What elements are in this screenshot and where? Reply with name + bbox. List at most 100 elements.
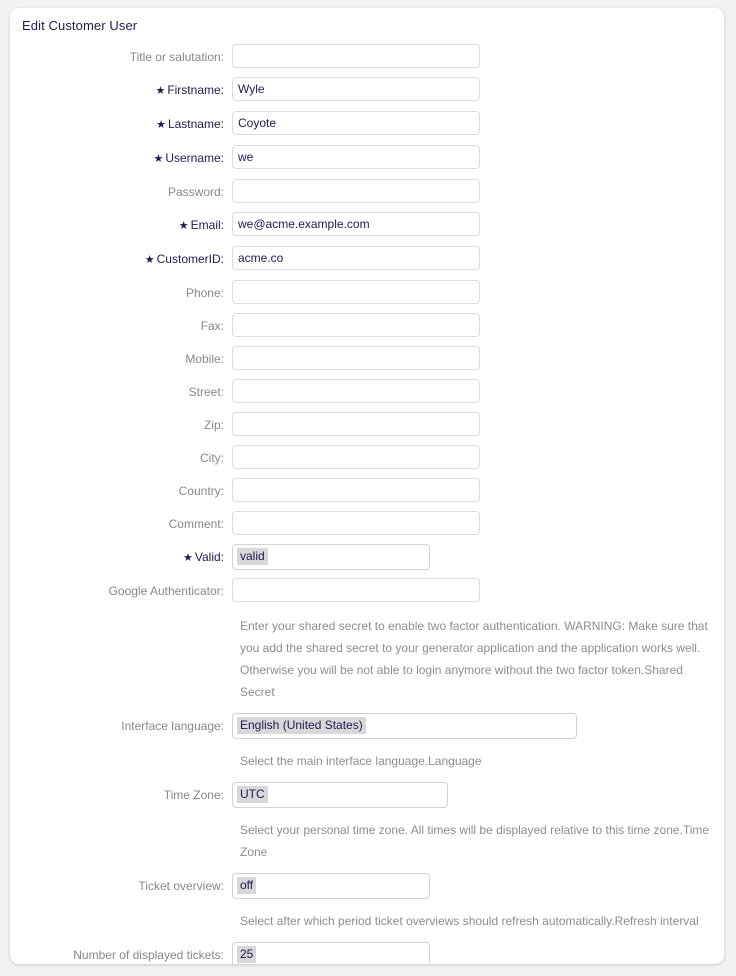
field-label-text: Comment: [168,517,224,531]
field-label: City: [10,445,232,471]
field-label-text: Title or salutation: [129,50,224,64]
text-input[interactable] [232,44,480,68]
field-label: Title or salutation: [10,44,232,70]
field-wrapper [232,212,480,236]
form-row-displayed-tickets: Number of displayed tickets: 25 [10,942,724,964]
text-input[interactable] [232,511,480,535]
field-label-text: CustomerID: [156,252,224,266]
form-row-valid: ★ Valid: valid [10,544,724,571]
required-star-icon: ★ [144,254,155,266]
field-label: Comment: [10,511,232,537]
help-ticket-overview: Select after which period ticket overvie… [240,914,699,928]
field-wrapper [232,44,480,68]
field-ticket-overview: off [232,873,430,899]
field-wrapper [232,77,480,101]
field-wrapper [232,412,480,436]
ticket-overview-select[interactable]: off [232,873,430,899]
text-input[interactable] [232,280,480,304]
text-input[interactable] [232,346,480,370]
time-zone-select[interactable]: UTC [232,782,448,808]
form-row: ★ Firstname: [10,77,724,104]
customer-user-form: Title or salutation:★Firstname:★Lastname… [10,44,724,964]
field-label-text: Password: [167,185,224,199]
required-star-icon: ★ [156,119,166,131]
text-input[interactable] [232,445,480,469]
field-interface-language: English (United States) [232,713,577,739]
field-wrapper [232,379,480,403]
field-wrapper [232,145,480,169]
field-label: Street: [10,379,232,405]
help-google-authenticator: Enter your shared secret to enable two f… [240,619,708,699]
form-row: Comment: [10,511,724,537]
field-label: ★ CustomerID: [10,246,232,273]
field-label: Fax: [10,313,232,339]
form-row-ticket-overview: Ticket overview: off [10,873,724,899]
field-label: ★ Firstname: [10,77,232,104]
form-row-interface-language: Interface language: English (United Stat… [10,713,724,739]
text-input[interactable] [232,111,480,135]
google-authenticator-input[interactable] [232,578,480,602]
help-row-interface-language: Select the main interface language.Langu… [10,746,724,782]
field-label-text: Firstname: [167,83,224,97]
label-ticket-overview: Ticket overview: [138,879,224,893]
field-label: Password: [10,179,232,205]
field-label-text: Email: [190,218,224,232]
help-row-ticket-overview: Select after which period ticket overvie… [10,906,724,942]
field-wrapper [232,478,480,502]
required-star-icon: ★ [182,552,193,564]
text-input[interactable] [232,379,480,403]
help-interface-language: Select the main interface language.Langu… [240,754,482,768]
field-label-text: Country: [178,484,224,498]
label-time-zone: Time Zone: [163,788,224,802]
field-label: ★ Email: [10,212,232,239]
field-displayed-tickets: 25 [232,942,430,964]
valid-select[interactable]: valid [232,544,430,570]
field-time-zone: UTC [232,782,448,808]
label-interface-language: Interface language: [121,719,224,733]
label-displayed-tickets: Number of displayed tickets: [73,948,224,962]
interface-language-selected-option: English (United States) [237,717,366,734]
field-label: Zip: [10,412,232,438]
text-input[interactable] [232,478,480,502]
valid-selected-option: valid [237,548,268,565]
form-row-time-zone: Time Zone: UTC [10,782,724,808]
text-input[interactable] [232,77,480,101]
page-title: Edit Customer User [22,18,138,33]
field-google-authenticator [232,578,480,602]
text-input[interactable] [232,179,480,203]
form-row: ★ Lastname: [10,111,724,138]
form-row-google-authenticator: Google Authenticator: [10,578,724,604]
displayed-tickets-select[interactable]: 25 [232,942,430,964]
text-input[interactable] [232,212,480,236]
field-label: Mobile: [10,346,232,372]
ticket-overview-selected-option: off [237,877,257,894]
text-input[interactable] [232,313,480,337]
field-label-text: City: [200,451,224,465]
required-star-icon: ★ [153,153,164,165]
form-row: ★ Username: [10,145,724,172]
label-valid: ★ Valid: [182,550,224,564]
field-label-text: Mobile: [185,352,224,366]
field-label-text: Street: [188,385,224,399]
field-wrapper [232,445,480,469]
field-label-text: Phone: [185,286,224,300]
field-wrapper [232,111,480,135]
interface-language-select[interactable]: English (United States) [232,713,577,739]
field-label-text: Lastname: [167,117,224,131]
form-row: ★ CustomerID: [10,246,724,273]
text-input[interactable] [232,412,480,436]
text-input[interactable] [232,145,480,169]
field-label-text: Fax: [200,319,224,333]
label-google-authenticator: Google Authenticator: [108,584,224,598]
form-row: Country: [10,478,724,504]
field-label: ★ Username: [10,145,232,172]
field-wrapper [232,346,480,370]
field-label: Phone: [10,280,232,306]
help-time-zone: Select your personal time zone. All time… [240,823,710,859]
form-row: Street: [10,379,724,405]
field-wrapper [232,511,480,535]
field-wrapper [232,313,480,337]
text-input[interactable] [232,246,480,270]
help-row-time-zone: Select your personal time zone. All time… [10,815,724,873]
text-field-rows: Title or salutation:★Firstname:★Lastname… [10,44,724,537]
